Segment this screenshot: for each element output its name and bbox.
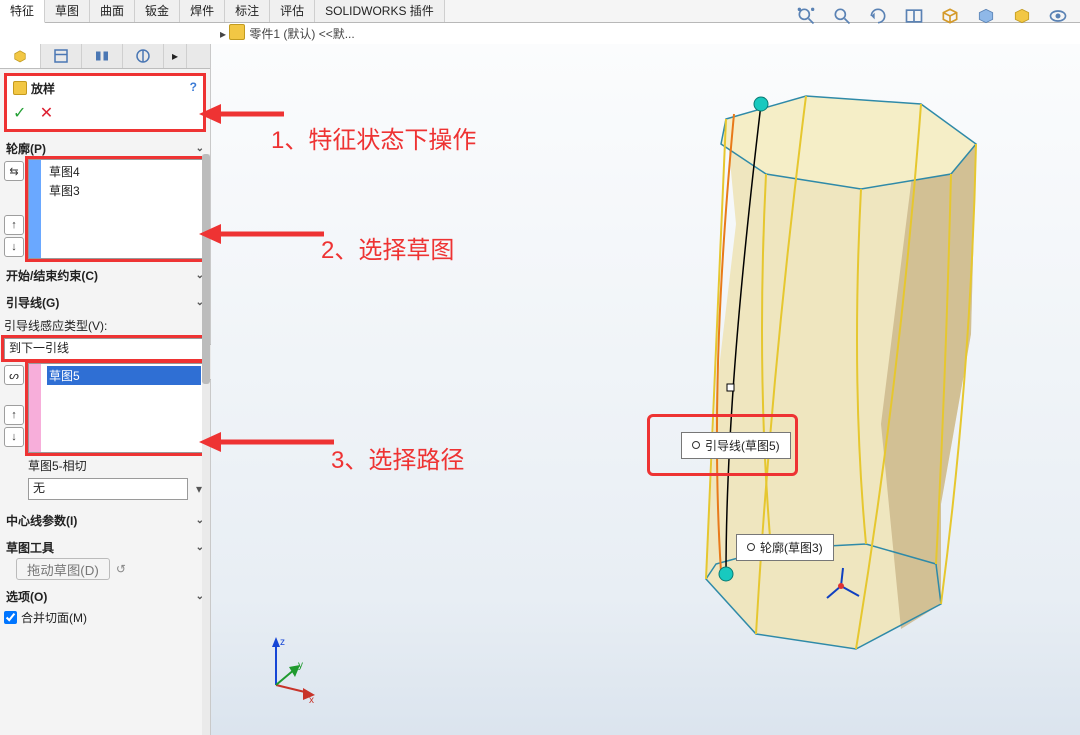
- guide-tangency-select[interactable]: 无: [28, 478, 188, 500]
- merge-tangent-label: 合并切面(M): [21, 609, 87, 626]
- tab-sheetmetal[interactable]: 钣金: [135, 0, 180, 22]
- guide-tangency-label: 草图5-相切: [28, 457, 206, 474]
- hide-show-icon[interactable]: [1044, 2, 1072, 30]
- display-style-icon[interactable]: [972, 2, 1000, 30]
- prev-view-icon[interactable]: [864, 2, 892, 30]
- guide-move-up-button[interactable]: ↑: [4, 405, 24, 425]
- guide-link-icon[interactable]: ᔕ: [4, 365, 24, 385]
- panel-tab-feature-icon[interactable]: [0, 44, 41, 68]
- tab-sw-addins[interactable]: SOLIDWORKS 插件: [315, 0, 445, 22]
- loft-header: 放样 ? ✓ ✕: [4, 73, 206, 132]
- tab-weldment[interactable]: 焊件: [180, 0, 225, 22]
- profile-move-up-button[interactable]: ↑: [4, 215, 24, 235]
- reset-icon[interactable]: ↺: [116, 562, 126, 576]
- centerline-section: 中心线参数(I)⌄: [4, 510, 206, 531]
- zoom-fit-icon[interactable]: [792, 2, 820, 30]
- merge-tangent-checkbox[interactable]: 合并切面(M): [4, 609, 206, 626]
- panel-tab-config-icon[interactable]: [82, 44, 123, 68]
- scene-icon[interactable]: [1008, 2, 1036, 30]
- loft-icon: [13, 81, 27, 95]
- view-orient-icon[interactable]: [936, 2, 964, 30]
- part-name[interactable]: 零件1 (默认) <<默...: [249, 27, 354, 41]
- panel-tab-display-icon[interactable]: [123, 44, 164, 68]
- profiles-listbox[interactable]: 草图4 草图3: [28, 159, 206, 259]
- property-manager-panel: ▸ 放样 ? ✓ ✕ 轮廓(P) ⌄ ⇆ ↑ ↓: [0, 44, 211, 735]
- guides-section: 引导线(G)⌄ 引导线感应类型(V): 到下一引线 ᔕ ↑ ↓ 草图5: [4, 292, 206, 504]
- loft-preview-model: [671, 74, 1031, 684]
- tab-evaluate[interactable]: 评估: [270, 0, 315, 22]
- merge-tangent-input[interactable]: [4, 611, 17, 624]
- profile-callout-label: 轮廓(草图3): [760, 541, 823, 555]
- tab-surface[interactable]: 曲面: [90, 0, 135, 22]
- guide-sensitivity-select[interactable]: 到下一引线: [4, 338, 206, 359]
- graphics-viewport[interactable]: 引导线(草图5) 轮廓(草图3) 1、特征状态下操作 2、选择草图 3、选择路径…: [211, 44, 1080, 735]
- collapse-icon[interactable]: ⌄: [196, 143, 204, 154]
- view-triad: z x y: [251, 635, 321, 705]
- section-view-icon[interactable]: [900, 2, 928, 30]
- drag-sketch-button[interactable]: 拖动草图(D): [16, 558, 110, 580]
- part-icon: [229, 24, 245, 40]
- annotation-highlight-3: [647, 414, 798, 476]
- sketch-tools-title: 草图工具: [6, 539, 54, 556]
- guides-listbox[interactable]: 草图5: [28, 363, 206, 453]
- panel-tab-more-icon[interactable]: ▸: [164, 44, 187, 68]
- profile-callout[interactable]: 轮廓(草图3): [736, 534, 834, 561]
- tab-sketch[interactable]: 草图: [45, 0, 90, 22]
- list-item[interactable]: 草图4: [47, 162, 201, 181]
- heads-up-toolbar: [792, 2, 1072, 30]
- start-end-section: 开始/结束约束(C)⌄: [4, 265, 206, 286]
- tab-features[interactable]: 特征: [0, 0, 45, 23]
- svg-text:x: x: [309, 695, 314, 705]
- guides-title: 引导线(G): [6, 294, 59, 311]
- cancel-button[interactable]: ✕: [40, 105, 53, 122]
- annotation-3: 3、选择路径: [331, 440, 464, 475]
- svg-text:y: y: [298, 660, 303, 671]
- feature-title: 放样: [13, 80, 197, 97]
- annotation-2: 2、选择草图: [321, 230, 454, 265]
- annotation-arrow-1: [199, 94, 289, 134]
- accept-button[interactable]: ✓: [13, 105, 26, 122]
- options-section: 选项(O)⌄ 合并切面(M): [4, 586, 206, 628]
- sketch-tools-section: 草图工具⌄ 拖动草图(D) ↺: [4, 537, 206, 580]
- profiles-section: 轮廓(P) ⌄ ⇆ ↑ ↓ 草图4 草图3: [4, 138, 206, 259]
- profile-link-icon[interactable]: ⇆: [4, 161, 24, 181]
- list-item[interactable]: 草图5: [47, 366, 201, 385]
- annotation-1: 1、特征状态下操作: [271, 120, 476, 155]
- start-end-title: 开始/结束约束(C): [6, 267, 98, 284]
- profiles-title: 轮廓(P): [6, 140, 46, 157]
- guide-move-down-button[interactable]: ↓: [4, 427, 24, 447]
- annotation-arrow-2: [199, 214, 329, 254]
- annotation-arrow-3: [199, 422, 339, 462]
- zoom-area-icon[interactable]: [828, 2, 856, 30]
- feature-name-label: 放样: [31, 82, 55, 96]
- help-icon[interactable]: ?: [190, 80, 197, 94]
- tab-annotate[interactable]: 标注: [225, 0, 270, 22]
- centerline-title: 中心线参数(I): [6, 512, 77, 529]
- panel-tab-fm-icon[interactable]: [41, 44, 82, 68]
- profile-move-down-button[interactable]: ↓: [4, 237, 24, 257]
- guide-sensitivity-label: 引导线感应类型(V):: [4, 317, 206, 334]
- options-title: 选项(O): [6, 588, 47, 605]
- svg-text:z: z: [280, 637, 285, 648]
- panel-tab-row: ▸: [0, 44, 210, 69]
- list-item[interactable]: 草图3: [47, 181, 201, 200]
